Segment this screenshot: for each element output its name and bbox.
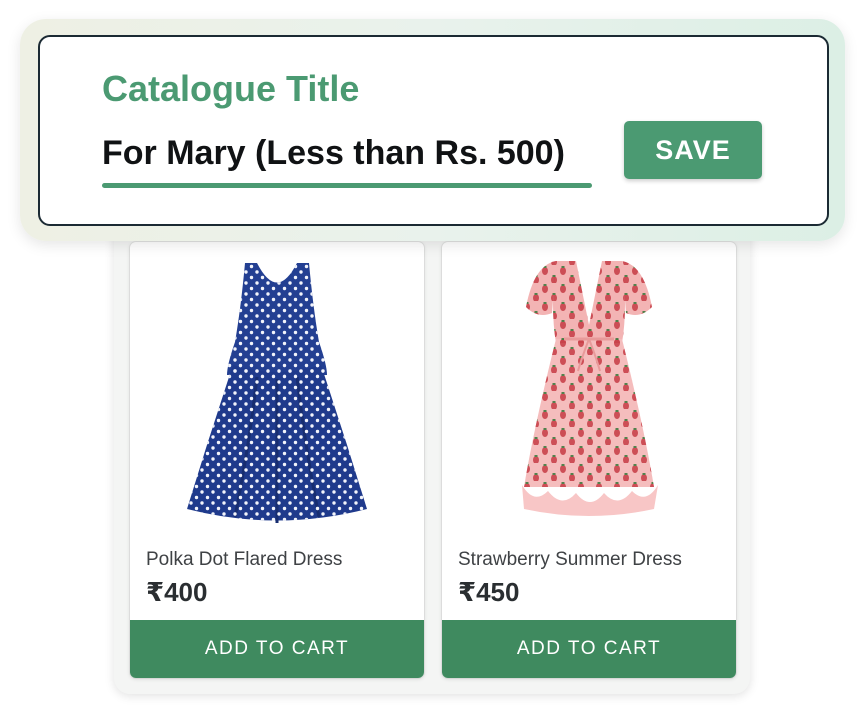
catalogue-title-label: Catalogue Title	[102, 68, 360, 109]
navy-polka-dot-dress-image	[187, 263, 367, 523]
add-to-cart-button[interactable]: ADD TO CART	[442, 620, 736, 678]
pink-strawberry-dress-image	[522, 261, 658, 516]
product-name: Strawberry Summer Dress	[458, 549, 682, 570]
product-price: ₹400	[146, 577, 207, 608]
catalogue-screen: Polka Dot Flared Dress ₹400 ADD TO CART	[0, 0, 864, 711]
product-card-polka-dot[interactable]: Polka Dot Flared Dress ₹400 ADD TO CART	[130, 242, 424, 678]
product-price: ₹450	[458, 577, 519, 608]
price-value: 450	[476, 577, 520, 607]
product-image[interactable]	[442, 242, 736, 532]
rupee-icon: ₹	[458, 577, 477, 607]
price-value: 400	[164, 577, 208, 607]
catalogue-title-card: Catalogue Title SAVE	[38, 35, 829, 226]
add-to-cart-button[interactable]: ADD TO CART	[130, 620, 424, 678]
catalogue-title-input[interactable]	[102, 127, 592, 179]
product-name: Polka Dot Flared Dress	[146, 549, 343, 570]
product-image[interactable]	[130, 242, 424, 532]
input-underline	[102, 183, 592, 188]
product-card-strawberry[interactable]: Strawberry Summer Dress ₹450 ADD TO CART	[442, 242, 736, 678]
save-button[interactable]: SAVE	[624, 121, 762, 179]
rupee-icon: ₹	[146, 577, 165, 607]
